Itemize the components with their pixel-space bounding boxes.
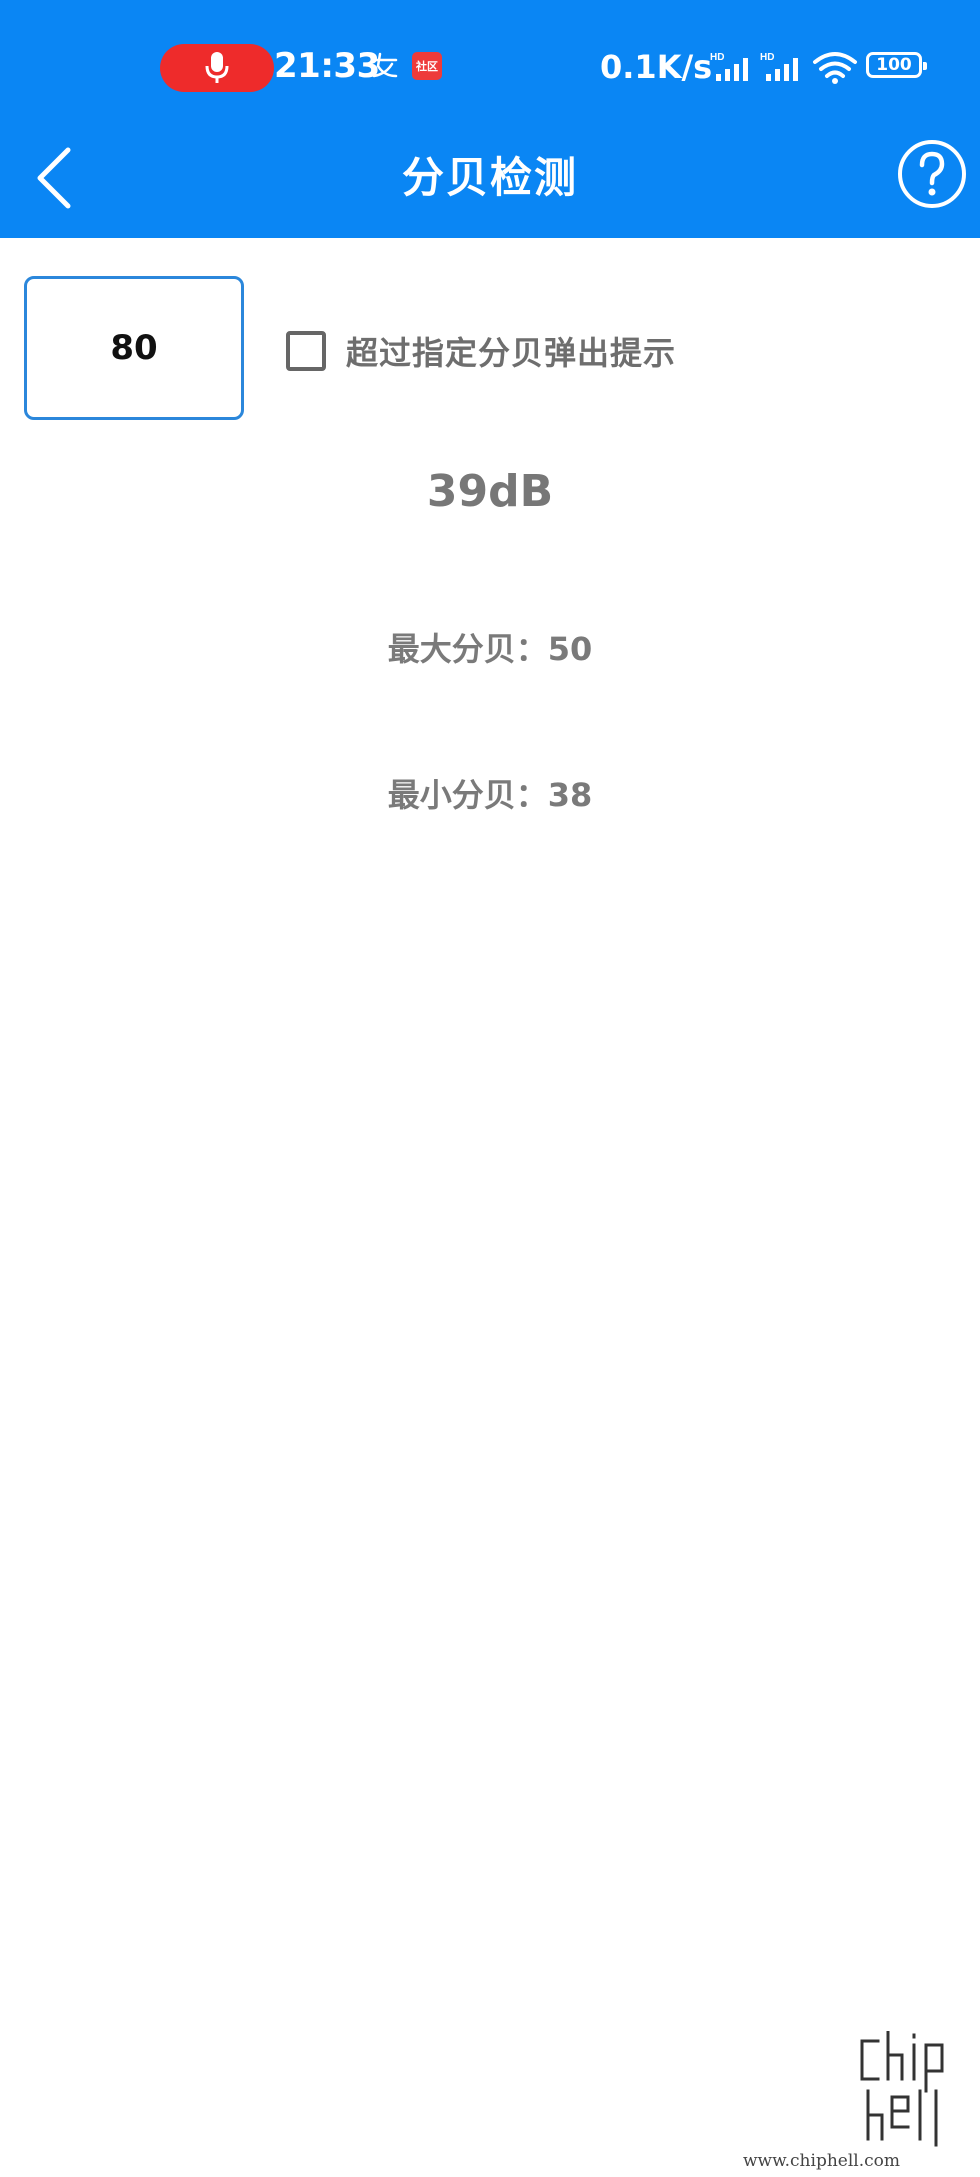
app-screen: 21:33 社区 0.1K/s HD HD 100 分贝检测 80 超过指定分贝…: [0, 0, 980, 2177]
cell-signal-hd-icon-2: HD: [760, 52, 798, 81]
status-bar: 21:33 社区 0.1K/s HD HD 100: [0, 0, 980, 130]
cell-signal-hd-icon: HD: [710, 52, 748, 81]
min-decibel: 最小分贝：38: [387, 776, 593, 814]
threshold-input[interactable]: [24, 276, 244, 420]
status-time: 21:33: [274, 46, 380, 86]
top-bar: 21:33 社区 0.1K/s HD HD 100 分贝检测: [0, 0, 980, 238]
watermark-logo: [856, 2029, 966, 2159]
svg-text:HD: HD: [710, 52, 724, 63]
max-decibel: 最大分贝：50: [387, 630, 593, 668]
current-decibel: 39dB: [426, 466, 554, 517]
microphone-icon: [205, 52, 229, 83]
notification-app-icon: [370, 52, 400, 85]
community-notification-icon: 社区: [412, 52, 442, 80]
alert-checkbox[interactable]: 超过指定分贝弹出提示: [286, 328, 676, 374]
checkbox-box[interactable]: [286, 331, 326, 371]
alert-checkbox-label: 超过指定分贝弹出提示: [346, 334, 677, 372]
app-bar: 分贝检测: [0, 130, 980, 238]
wifi-icon: [813, 52, 857, 84]
watermark-url: www.chiphell.com: [743, 2151, 900, 2171]
network-speed: 0.1K/s: [600, 48, 713, 86]
help-icon[interactable]: [896, 138, 968, 210]
battery-indicator: 100: [866, 52, 927, 78]
watermark: [856, 2029, 966, 2159]
recording-indicator[interactable]: [160, 44, 274, 92]
svg-text:HD: HD: [760, 52, 774, 63]
page-title: 分贝检测: [401, 153, 578, 202]
